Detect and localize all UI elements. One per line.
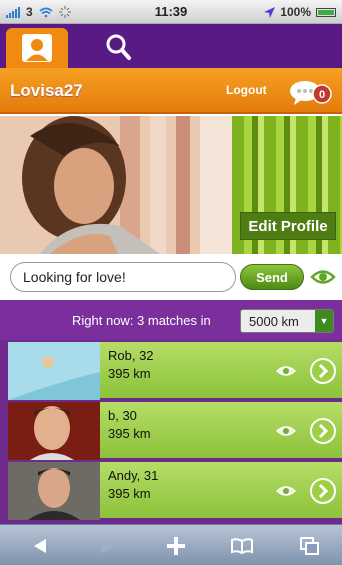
match-distance: 395 km	[108, 426, 151, 441]
eye-icon	[310, 270, 336, 284]
match-photo	[8, 342, 100, 400]
chat-bubble-icon: 0	[290, 81, 332, 105]
match-name: Rob, 32	[108, 348, 154, 363]
eye-icon	[276, 366, 296, 376]
chevron-right-icon	[310, 478, 336, 504]
match-name: Andy, 31	[108, 468, 159, 483]
distance-value: 5000 km	[249, 314, 299, 329]
tab-profile[interactable]	[6, 28, 68, 68]
messages-button[interactable]: 0	[288, 78, 334, 106]
forward-arrow-icon	[102, 539, 114, 553]
dropdown-arrow-icon: ▼	[315, 310, 333, 332]
back-button[interactable]	[24, 533, 56, 559]
pages-button[interactable]	[294, 533, 326, 559]
back-arrow-icon	[34, 539, 46, 553]
header: Lovisa27 Logout 0	[0, 68, 342, 114]
tab-search[interactable]	[88, 28, 150, 68]
search-icon	[106, 34, 131, 60]
match-list: Rob, 32 395 km b, 30 395 km Andy, 31 395…	[0, 340, 342, 524]
matches-summary: Right now: 3 matches in	[72, 313, 211, 328]
match-distance: 395 km	[108, 366, 151, 381]
status-input[interactable]	[10, 262, 236, 292]
forward-button[interactable]	[92, 533, 124, 559]
visibility-button[interactable]	[310, 264, 336, 290]
browser-toolbar	[0, 524, 342, 565]
match-photo	[8, 402, 100, 460]
edit-profile-button[interactable]: Edit Profile	[240, 212, 336, 240]
person-icon	[22, 34, 52, 62]
chevron-right-icon	[310, 418, 336, 444]
chevron-right-icon	[310, 358, 336, 384]
battery-icon	[316, 7, 336, 17]
list-item[interactable]: Rob, 32 395 km	[8, 342, 342, 400]
location-icon	[264, 6, 276, 18]
add-bookmark-button[interactable]	[160, 533, 192, 559]
book-icon	[231, 538, 253, 554]
match-distance: 395 km	[108, 486, 151, 501]
status-bar: 3 11:39 100%	[0, 0, 342, 24]
tab-bar	[0, 24, 342, 68]
message-count-badge: 0	[319, 89, 325, 101]
send-button[interactable]: Send	[240, 264, 304, 290]
eye-icon	[276, 486, 296, 496]
matches-bar: Right now: 3 matches in 5000 km ▼	[0, 300, 342, 340]
logout-button[interactable]: Logout	[226, 83, 267, 97]
match-name: b, 30	[108, 408, 137, 423]
distance-select[interactable]: 5000 km ▼	[240, 309, 334, 333]
username: Lovisa27	[10, 81, 83, 100]
list-item[interactable]: b, 30 395 km	[8, 402, 342, 460]
status-row: Send	[0, 254, 342, 300]
eye-icon	[276, 426, 296, 436]
list-item[interactable]: Andy, 31 395 km	[8, 462, 342, 520]
pages-icon	[300, 537, 319, 555]
match-photo	[8, 462, 100, 520]
plus-icon	[167, 537, 185, 555]
bookmarks-button[interactable]	[226, 533, 258, 559]
battery-label: 100%	[280, 5, 311, 19]
profile-photo	[0, 116, 232, 254]
